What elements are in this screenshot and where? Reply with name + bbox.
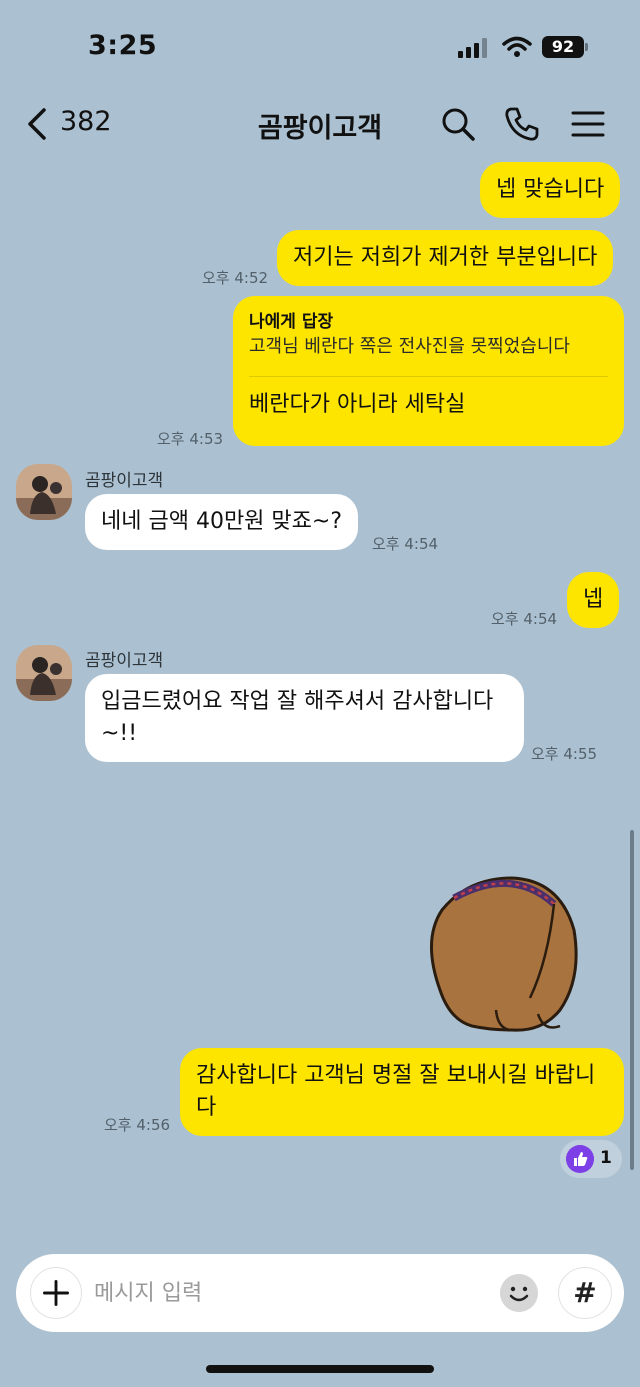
wifi-icon — [502, 36, 532, 57]
sender-name: 곰팡이고객 — [85, 651, 164, 671]
reaction-count: 1 — [600, 1148, 612, 1168]
other-message-bubble[interactable]: 입금드렸어요 작업 잘 해주셔서 감사합니다 ~!! — [85, 674, 524, 762]
message-text-line: 감사합니다 고객님 명절 잘 보내시길 바랍니 — [196, 1063, 596, 1088]
menu-icon[interactable] — [568, 104, 608, 144]
my-message-bubble[interactable]: 감사합니다 고객님 명절 잘 보내시길 바랍니 다 — [180, 1048, 624, 1136]
scrollbar[interactable] — [630, 830, 634, 1170]
message-text: 네네 금액 40만원 맞죠~? — [101, 509, 343, 534]
my-message-bubble[interactable]: 넵 — [567, 572, 620, 628]
other-message-bubble[interactable]: 네네 금액 40만원 맞죠~? — [85, 494, 359, 550]
message-text: 넵 맞습니다 — [496, 177, 605, 202]
reply-message-bubble[interactable]: 나에게 답장 고객님 베란다 쪽은 전사진을 못찍었습니다 베란다가 아니라 세… — [233, 296, 624, 446]
reply-header: 나에게 답장 — [249, 312, 334, 332]
reply-quote[interactable]: 고객님 베란다 쪽은 전사진을 못찍었습니다 — [249, 334, 608, 360]
unread-count[interactable]: 382 — [60, 106, 112, 137]
thumbs-up-icon — [566, 1145, 594, 1173]
my-message-bubble[interactable]: 저기는 저희가 제거한 부분입니다 — [277, 230, 614, 286]
my-message-bubble[interactable]: 넵 맞습니다 — [480, 162, 621, 218]
avatar[interactable] — [16, 464, 72, 520]
message-time: 오후 4:54 — [372, 535, 439, 553]
search-icon[interactable] — [438, 104, 478, 144]
message-text: 저기는 저희가 제거한 부분입니다 — [293, 245, 598, 270]
home-indicator[interactable] — [206, 1365, 434, 1373]
chat-title: 곰팡이고객 — [257, 113, 383, 144]
hashtag-button[interactable]: # — [558, 1267, 612, 1319]
phone-call-icon[interactable] — [502, 104, 542, 144]
message-time: 오후 4:53 — [157, 430, 224, 448]
message-text: 넵 — [583, 587, 604, 612]
message-text: 베란다가 아니라 세탁실 — [249, 392, 466, 417]
reply-divider — [249, 376, 608, 377]
message-time: 오후 4:52 — [202, 269, 269, 287]
message-time: 오후 4:55 — [531, 745, 598, 763]
status-time: 3:25 — [88, 30, 158, 61]
plus-icon[interactable] — [30, 1267, 82, 1319]
message-input[interactable] — [94, 1268, 490, 1318]
message-time: 오후 4:54 — [491, 610, 558, 628]
bear-emoticon-sticker[interactable] — [420, 870, 580, 1038]
cellular-signal-icon — [458, 38, 487, 58]
back-chevron-icon[interactable] — [22, 104, 52, 144]
battery-tip — [585, 43, 588, 51]
battery-indicator: 92 — [542, 36, 584, 58]
sender-name: 곰팡이고객 — [85, 471, 164, 491]
message-text-line: ~!! — [101, 721, 138, 746]
message-time: 오후 4:56 — [104, 1116, 171, 1134]
message-text-line: 다 — [196, 1095, 217, 1120]
emoticon-icon[interactable] — [500, 1274, 538, 1312]
message-text-line: 입금드렸어요 작업 잘 해주셔서 감사합니다 — [101, 689, 494, 714]
avatar[interactable] — [16, 645, 72, 701]
